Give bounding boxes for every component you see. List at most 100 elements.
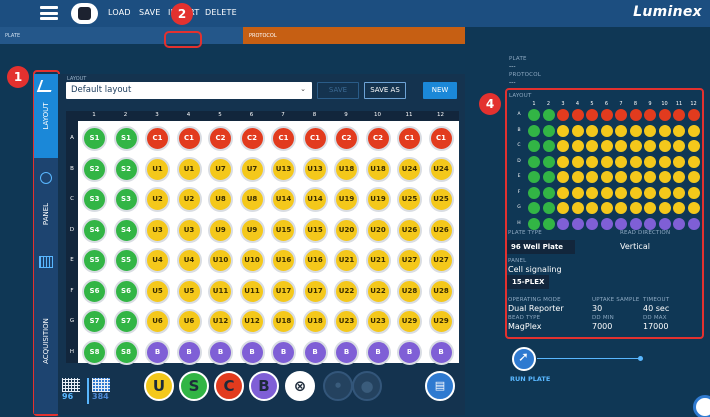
plate-well[interactable]: U14 bbox=[271, 187, 296, 212]
plate-well[interactable]: C2 bbox=[334, 126, 359, 151]
plate-well[interactable]: C2 bbox=[239, 126, 265, 151]
menu-save[interactable]: SAVE bbox=[139, 8, 161, 17]
plate-well[interactable]: U23 bbox=[334, 309, 359, 334]
plate-well[interactable]: B bbox=[365, 339, 391, 365]
plate-well[interactable]: U28 bbox=[428, 278, 454, 304]
plate-well[interactable]: U18 bbox=[302, 309, 328, 334]
plate-well[interactable]: U15 bbox=[302, 217, 328, 243]
plate-well[interactable]: U4 bbox=[176, 248, 202, 273]
plate-well[interactable]: U16 bbox=[271, 248, 296, 273]
plate-well[interactable]: B bbox=[302, 339, 328, 365]
plate-well[interactable]: U11 bbox=[239, 278, 265, 304]
column-number[interactable]: 8 bbox=[309, 112, 321, 118]
plate-well[interactable]: U10 bbox=[208, 248, 233, 273]
plate-well[interactable]: B bbox=[239, 339, 265, 365]
plate-well[interactable]: U21 bbox=[334, 248, 359, 273]
plate-well[interactable]: C2 bbox=[365, 126, 391, 151]
plate-well[interactable]: U5 bbox=[145, 278, 170, 304]
plate-well[interactable]: S2 bbox=[113, 156, 139, 182]
plate-well[interactable]: U4 bbox=[145, 248, 170, 273]
row-letter[interactable]: E bbox=[66, 257, 78, 263]
sidebar-item-acquisition[interactable]: ACQUISITION bbox=[34, 242, 58, 414]
column-number[interactable]: 9 bbox=[340, 112, 352, 118]
menu-load[interactable]: LOAD bbox=[108, 8, 131, 17]
tab-plate[interactable]: PLATE bbox=[0, 27, 243, 44]
plate-well[interactable]: U19 bbox=[365, 187, 391, 212]
plate-well[interactable]: U22 bbox=[334, 278, 359, 304]
plate-well[interactable]: U19 bbox=[334, 187, 359, 212]
column-number[interactable]: 3 bbox=[151, 112, 163, 118]
plate-well[interactable]: U3 bbox=[145, 217, 170, 243]
tab-protocol[interactable]: PROTOCOL bbox=[243, 27, 465, 44]
assign-standard-button[interactable]: S bbox=[179, 371, 209, 401]
plate-well[interactable]: S3 bbox=[113, 187, 139, 212]
plate-well[interactable]: U11 bbox=[208, 278, 233, 304]
plate-well[interactable]: B bbox=[208, 339, 233, 365]
plate-well[interactable]: S1 bbox=[113, 126, 139, 151]
column-number[interactable]: 4 bbox=[183, 112, 195, 118]
plate-96-button[interactable]: 96 bbox=[62, 378, 82, 404]
plate-well[interactable]: S5 bbox=[113, 248, 139, 273]
plate-well[interactable]: U3 bbox=[176, 217, 202, 243]
plate-well[interactable]: U13 bbox=[271, 156, 296, 182]
column-number[interactable]: 12 bbox=[435, 112, 447, 118]
plate-well[interactable]: S6 bbox=[113, 278, 139, 304]
plate-well[interactable]: U12 bbox=[208, 309, 233, 334]
hamburger-menu-icon[interactable] bbox=[40, 6, 58, 20]
plate-well[interactable]: U22 bbox=[365, 278, 391, 304]
plate-well[interactable]: U9 bbox=[239, 217, 265, 243]
plate-well[interactable]: U26 bbox=[397, 217, 422, 243]
plate-well[interactable]: B bbox=[271, 339, 296, 365]
column-number[interactable]: 7 bbox=[277, 112, 289, 118]
plate-well[interactable]: S2 bbox=[82, 156, 107, 182]
plate-well[interactable]: U26 bbox=[428, 217, 454, 243]
save-as-button[interactable]: SAVE AS bbox=[364, 82, 406, 99]
plate-well[interactable]: U27 bbox=[428, 248, 454, 273]
plate-well[interactable]: C1 bbox=[302, 126, 328, 151]
plate-well[interactable]: U24 bbox=[397, 156, 422, 182]
plate-well[interactable]: U7 bbox=[208, 156, 233, 182]
run-plate-button[interactable]: ➚ bbox=[512, 347, 536, 371]
clear-wells-button[interactable]: ⊗ bbox=[285, 371, 315, 401]
plate-well[interactable]: U18 bbox=[334, 156, 359, 182]
row-letter[interactable]: G bbox=[66, 318, 78, 324]
plate-well[interactable]: B bbox=[176, 339, 202, 365]
plate-well[interactable]: U12 bbox=[239, 309, 265, 334]
plate-well[interactable]: C1 bbox=[397, 126, 422, 151]
plate-well[interactable]: U6 bbox=[145, 309, 170, 334]
sidebar-item-panel[interactable]: PANEL bbox=[34, 158, 58, 242]
plate-well[interactable]: U1 bbox=[145, 156, 170, 182]
plate-well[interactable]: C1 bbox=[271, 126, 296, 151]
row-letter[interactable]: H bbox=[66, 349, 78, 355]
plate-well[interactable]: C2 bbox=[208, 126, 233, 151]
plate-well[interactable]: S6 bbox=[82, 278, 107, 304]
layout-select[interactable]: Default layout ⌄ bbox=[66, 82, 312, 99]
assign-unknown-button[interactable]: U bbox=[144, 371, 174, 401]
plate-well[interactable]: U25 bbox=[428, 187, 454, 212]
plate-384-button[interactable]: 384 bbox=[92, 378, 114, 404]
plate-well[interactable]: U17 bbox=[271, 278, 296, 304]
plate-well[interactable]: U16 bbox=[302, 248, 328, 273]
column-number[interactable]: 5 bbox=[214, 112, 226, 118]
plate-well[interactable]: U15 bbox=[271, 217, 296, 243]
summary-toggle-button[interactable]: ▤ bbox=[425, 371, 455, 401]
plate-well[interactable]: S1 bbox=[82, 126, 107, 151]
plate-well[interactable]: S7 bbox=[82, 309, 107, 334]
column-number[interactable]: 10 bbox=[372, 112, 384, 118]
plate-well[interactable]: U23 bbox=[365, 309, 391, 334]
plate-well[interactable]: S3 bbox=[82, 187, 107, 212]
row-letter[interactable]: B bbox=[66, 166, 78, 172]
plate-well[interactable]: U29 bbox=[397, 309, 422, 334]
plate-well[interactable]: U18 bbox=[271, 309, 296, 334]
save-layout-button[interactable]: SAVE bbox=[317, 82, 359, 99]
plate-well[interactable]: U20 bbox=[365, 217, 391, 243]
plate-well[interactable]: U25 bbox=[397, 187, 422, 212]
plate-well[interactable]: U8 bbox=[239, 187, 265, 212]
plate-well[interactable]: B bbox=[334, 339, 359, 365]
plate-well[interactable]: U1 bbox=[176, 156, 202, 182]
plate-well[interactable]: S8 bbox=[113, 339, 139, 365]
plate-well[interactable]: U29 bbox=[428, 309, 454, 334]
plate-well[interactable]: U17 bbox=[302, 278, 328, 304]
plate-well[interactable]: U5 bbox=[176, 278, 202, 304]
plate-well[interactable]: S4 bbox=[113, 217, 139, 243]
